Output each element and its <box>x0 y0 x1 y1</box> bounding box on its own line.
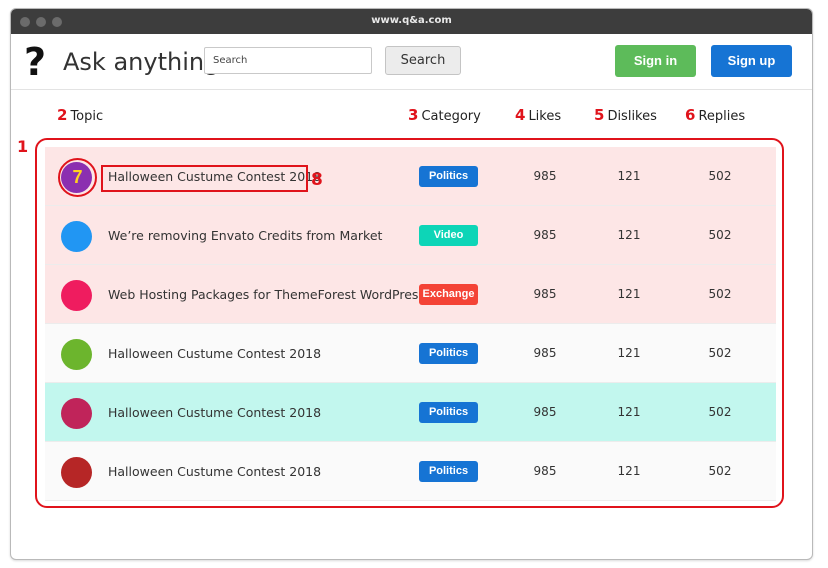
column-label: Dislikes <box>607 109 657 124</box>
column-header-replies: 6 Replies <box>685 106 745 124</box>
sign-in-button[interactable]: Sign in <box>615 45 696 77</box>
list-highlight-box <box>35 138 784 508</box>
column-label: Category <box>421 109 481 124</box>
callout-number-list: 1 <box>17 137 29 156</box>
column-header-category: 3 Category <box>408 106 481 124</box>
callout-number-title: 8 <box>311 170 323 190</box>
column-header-dislikes: 5 Dislikes <box>594 106 657 124</box>
site-header: ? Ask anything Search Sign in Sign up <box>11 34 812 90</box>
callout-number: 4 <box>515 106 526 124</box>
column-header-likes: 4 Likes <box>515 106 561 124</box>
callout-number: 5 <box>594 106 605 124</box>
title-highlight-box <box>101 165 308 192</box>
column-label: Topic <box>70 109 104 124</box>
callout-number: 2 <box>57 106 68 124</box>
url-text: www.q&a.com <box>371 15 452 26</box>
callout-number: 3 <box>408 106 419 124</box>
browser-titlebar: www.q&a.com <box>11 9 812 34</box>
avatar-highlight-ring: 7 <box>58 158 97 197</box>
callout-number: 6 <box>685 106 696 124</box>
question-mark-icon[interactable]: ? <box>24 42 46 82</box>
column-label: Likes <box>528 109 562 124</box>
sign-up-button[interactable]: Sign up <box>711 45 792 77</box>
site-brand[interactable]: Ask anything <box>63 48 219 76</box>
search-input[interactable] <box>204 47 372 74</box>
search-button[interactable]: Search <box>385 46 461 75</box>
column-label: Replies <box>698 109 746 124</box>
column-header-topic: 2 Topic <box>57 106 103 124</box>
callout-number-avatar: 7 <box>72 167 83 187</box>
